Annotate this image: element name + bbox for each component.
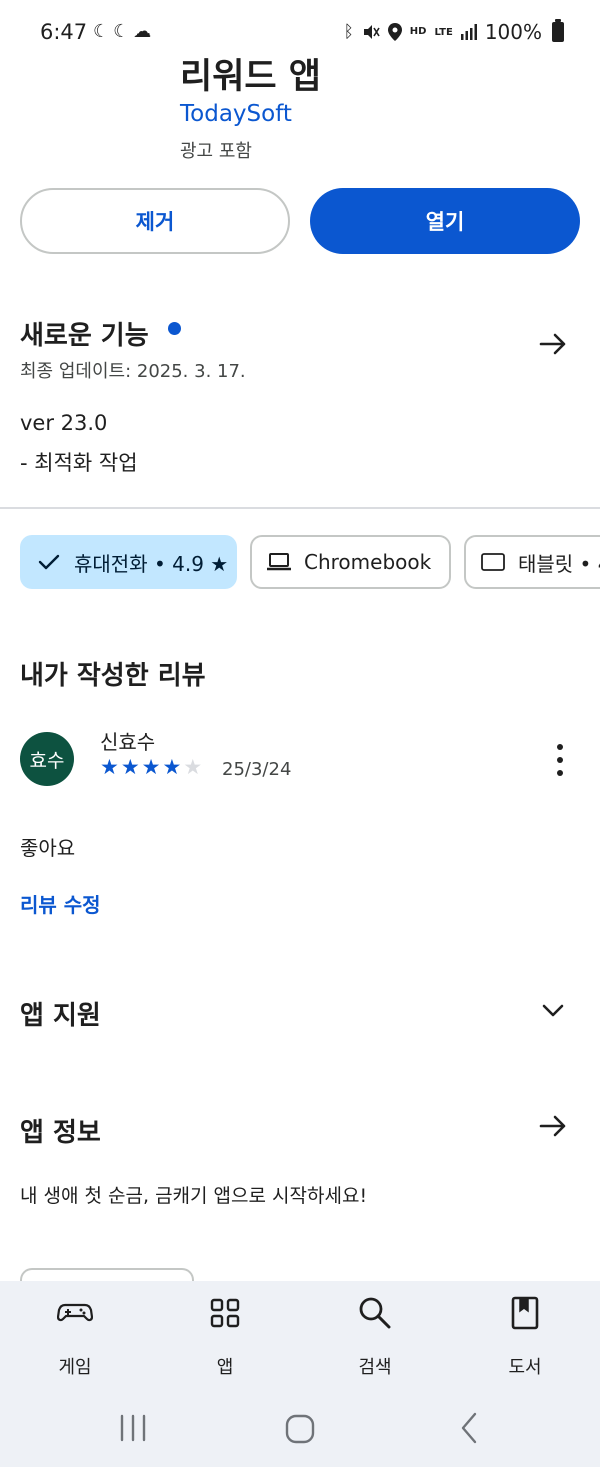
new-indicator-dot [168,322,181,335]
chip-tablet[interactable]: 태블릿 • 4 [464,535,600,589]
status-notification-icons: ☾ ☾ ☁ [93,21,151,42]
arrow-right-icon[interactable] [538,329,568,359]
nav-item-apps[interactable]: 앱 [150,1295,300,1379]
star-filled-icon: ★ [162,755,182,779]
edit-review-link[interactable]: 리뷰 수정 [20,889,101,918]
battery-icon [552,19,564,42]
book-icon [511,1296,539,1330]
app-description: 내 생애 첫 순금, 금캐기 앱으로 시작하세요! [20,1185,368,1207]
chip-tablet-label: 태블릿 • 4 [518,551,600,576]
developer-link[interactable]: TodaySoft [180,101,292,127]
moon-icon: ☾ [93,21,110,42]
nav-item-search[interactable]: 검색 [300,1295,450,1379]
star-empty-icon: ★ [183,755,203,779]
home-icon[interactable] [284,1408,316,1448]
nav-label-apps: 앱 [216,1357,234,1378]
reviewer-name: 신효수 [100,730,156,754]
status-time: 6:47 [40,20,88,44]
signal-icon [460,24,477,40]
nav-label-books: 도서 [508,1357,542,1378]
chip-phone-label: 휴대전화 • 4.9 ★ [74,551,229,576]
nav-label-games: 게임 [58,1357,92,1378]
cloud-icon: ☁ [133,21,152,42]
recent-apps-icon[interactable] [118,1408,148,1448]
star-filled-icon: ★ [141,755,161,779]
mute-icon [363,25,380,39]
rating-stars: ★ ★ ★ ★ ★ [100,755,202,779]
app-support-title[interactable]: 앱 지원 [20,995,101,1032]
chevron-down-icon[interactable] [540,997,566,1023]
tablet-icon [481,553,505,571]
chip-chromebook-label: Chromebook [304,550,432,574]
whats-new-title[interactable]: 새로운 기능 [20,315,149,352]
nav-item-books[interactable]: 도서 [450,1295,600,1379]
divider [0,507,600,509]
search-icon [359,1297,391,1329]
apps-grid-icon [210,1298,240,1328]
app-info-title[interactable]: 앱 정보 [20,1112,101,1149]
open-button[interactable]: 열기 [310,188,580,254]
version-text: ver 23.0 [20,411,108,435]
system-navigation [0,1408,600,1453]
avatar: 효수 [20,732,74,786]
battery-percent: 100% [484,20,542,44]
uninstall-button[interactable]: 제거 [20,188,290,254]
last-updated: 최종 업데이트: 2025. 3. 17. [20,361,246,382]
nav-item-games[interactable]: 게임 [0,1295,150,1379]
review-date: 25/3/24 [222,759,292,780]
app-title: 리워드 앱 [180,57,321,97]
lte-label: LTE [434,26,453,38]
nav-label-search: 검색 [358,1357,392,1378]
back-icon[interactable] [455,1408,485,1448]
gamepad-icon [57,1303,93,1322]
check-icon [38,554,60,570]
location-icon [387,23,402,41]
laptop-icon [267,553,291,571]
ads-note: 광고 포함 [180,141,252,162]
arrow-right-icon[interactable] [538,1111,568,1141]
bluetooth-icon: ᛒ [343,22,354,42]
star-filled-icon: ★ [120,755,140,779]
star-filled-icon: ★ [100,755,119,779]
status-right: ᛒ HD LTE 100% [343,19,564,44]
my-review-title: 내가 작성한 리뷰 [20,661,206,691]
hd-voice-icon: HD [409,26,427,37]
review-text: 좋아요 [20,836,76,860]
chip-chromebook[interactable]: Chromebook [250,535,451,589]
more-options-icon[interactable] [552,744,568,776]
moon-icon: ☾ [113,21,130,42]
chip-phone[interactable]: 휴대전화 • 4.9 ★ [20,535,237,589]
changes-text: - 최적화 작업 [20,451,138,475]
